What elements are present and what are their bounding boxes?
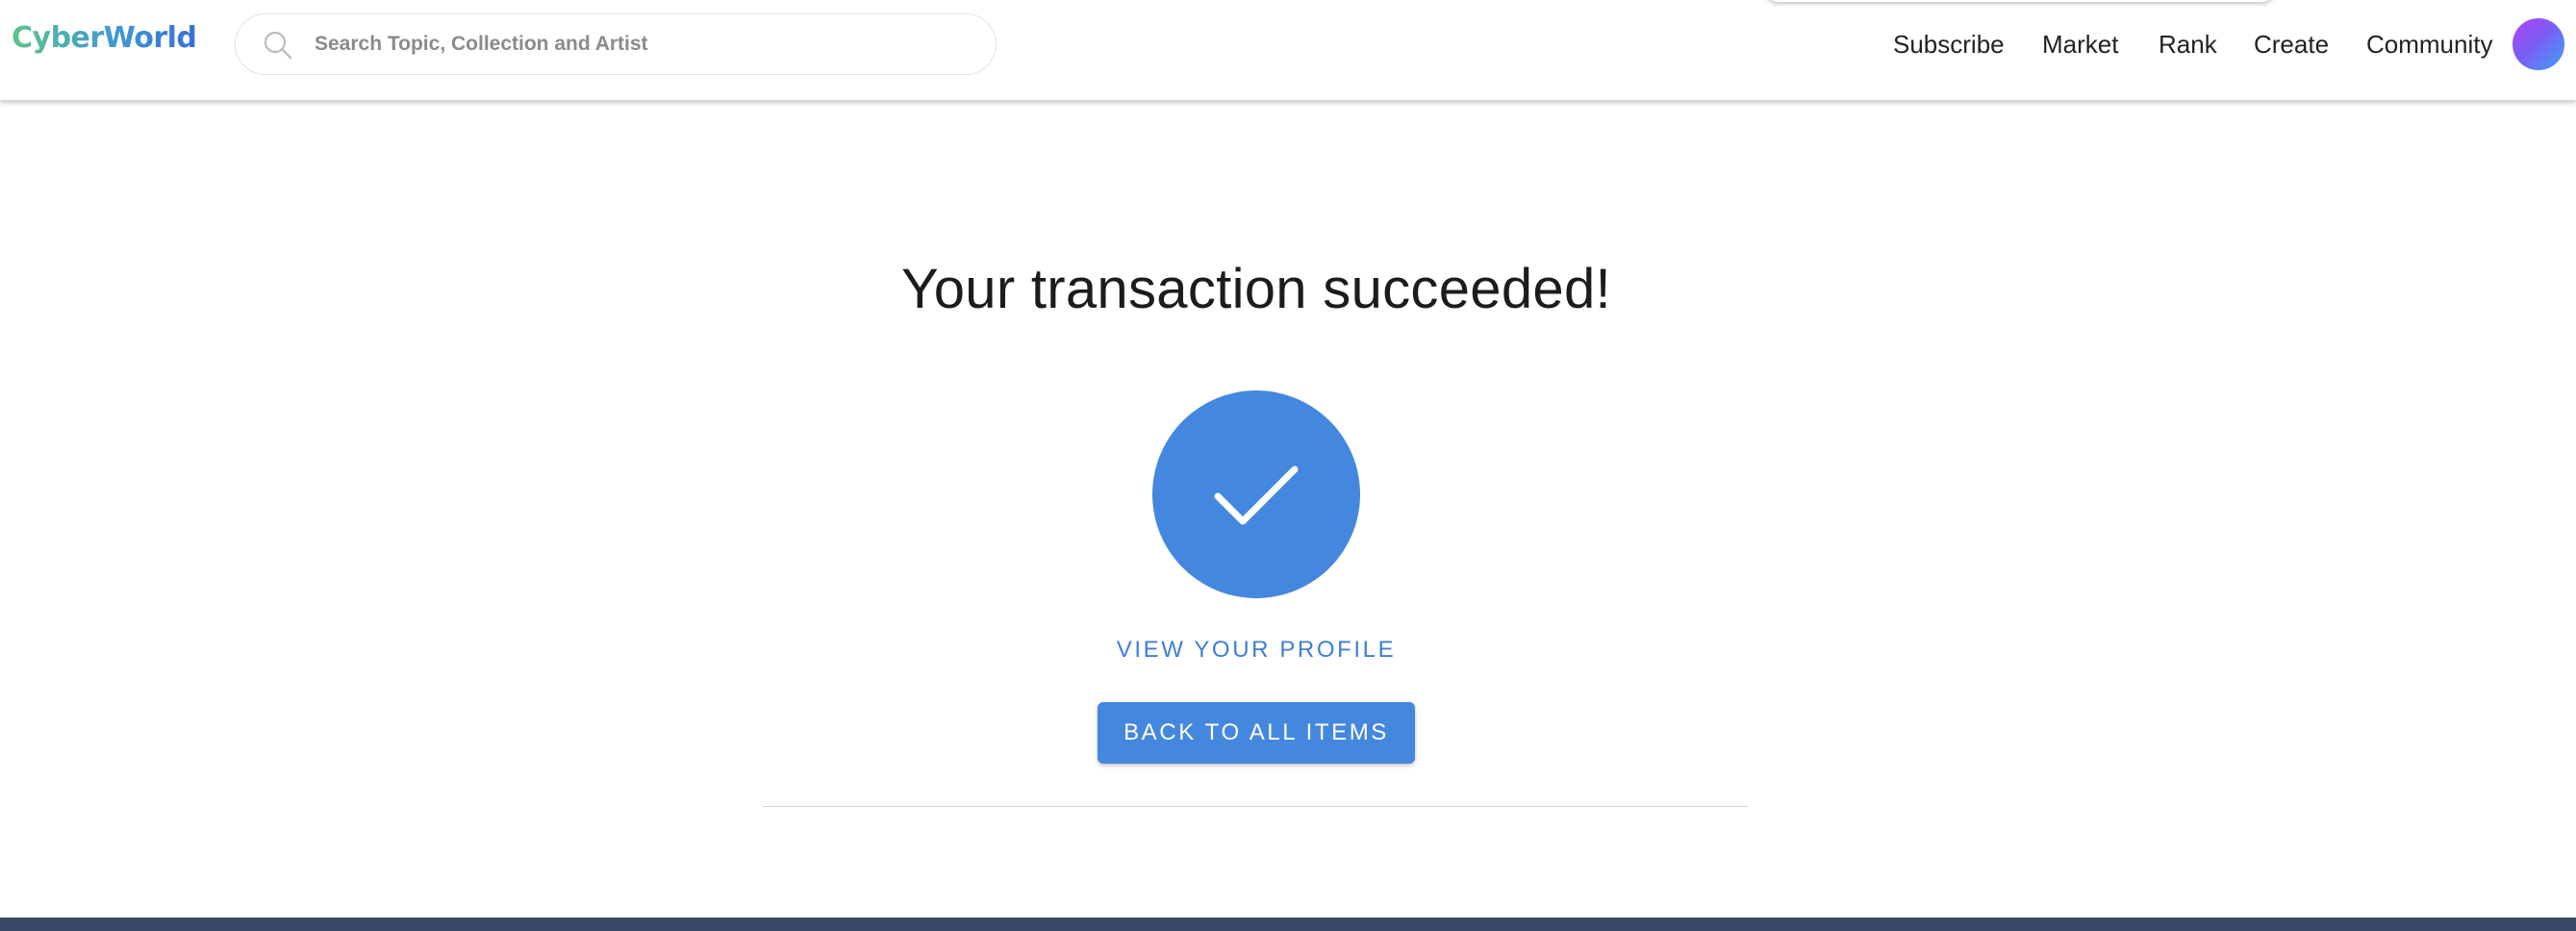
nav-market[interactable]: Market [2042,0,2118,88]
divider [763,806,1748,807]
search-bar[interactable] [235,13,997,75]
nav-rank[interactable]: Rank [2159,0,2217,88]
back-to-all-items-button[interactable]: BACK TO ALL ITEMS [1098,702,1415,764]
view-profile-link[interactable]: VIEW YOUR PROFILE [1058,637,1454,664]
page-title: Your transaction succeeded! [901,258,1611,320]
top-navbar: CyberWorld Subscribe Market Rank Create … [0,0,2576,100]
nav-subscribe[interactable]: Subscribe [1893,0,2005,88]
search-icon [264,31,292,60]
search-input[interactable] [313,14,967,74]
success-content: Your transaction succeeded! VIEW YOUR PR… [0,100,2576,918]
nav-create[interactable]: Create [2254,0,2329,88]
footer [0,918,2576,931]
avatar[interactable] [2513,18,2564,70]
dropdown-panel-edge [1766,0,2274,2]
nav-community[interactable]: Community [2366,0,2492,88]
check-circle-icon [1152,390,1360,598]
logo[interactable]: CyberWorld [12,21,197,55]
